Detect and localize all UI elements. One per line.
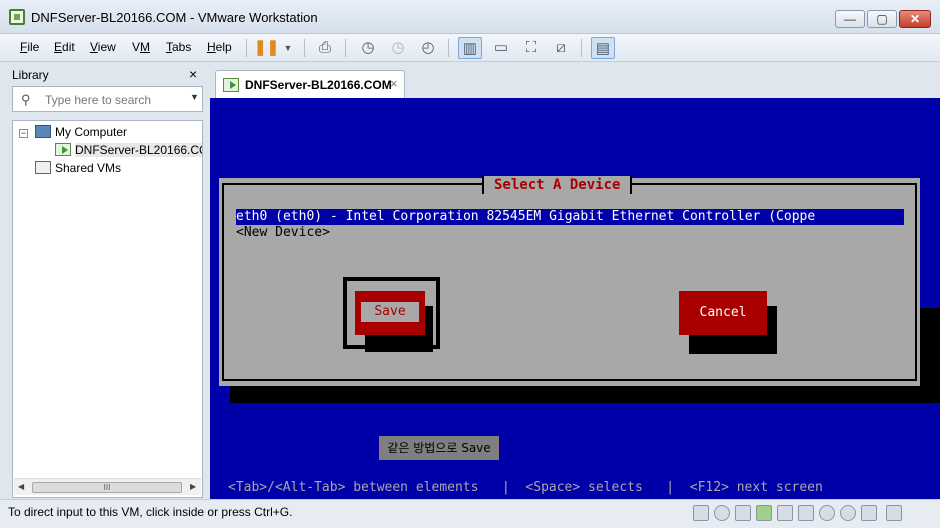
menu-toolbar: File Edit View VM Tabs Help ❚❚ ▼ ⎙ ◷ ◷ ◴… xyxy=(0,34,940,62)
bluetooth-icon[interactable] xyxy=(819,505,835,521)
device-item-new[interactable]: <New Device> xyxy=(236,225,330,241)
snapshot-icon[interactable]: ◷ xyxy=(356,37,380,59)
scroll-right-icon[interactable]: ▶ xyxy=(190,482,196,491)
menu-help[interactable]: Help xyxy=(207,40,232,54)
message-icon[interactable] xyxy=(886,505,902,521)
dialog-title: Select A Device xyxy=(482,176,633,194)
annotation-tooltip: 같은 방법으로 Save xyxy=(379,436,499,460)
tab-strip: DNFServer-BL20166.COM × xyxy=(210,62,940,98)
tree-item-my-computer[interactable]: My Computer xyxy=(35,123,127,141)
library-panel: Library × ⚲ ▼ − My Computer DNFServer-BL… xyxy=(0,62,210,499)
menu-view[interactable]: View xyxy=(90,40,116,54)
unity-icon[interactable]: ⧄ xyxy=(549,37,573,59)
select-device-dialog: Select A Device eth0 (eth0) - Intel Corp… xyxy=(219,176,920,460)
window-title: DNFServer-BL20166.COM - VMware Workstati… xyxy=(31,10,318,25)
search-icon: ⚲ xyxy=(21,92,31,107)
network-icon[interactable] xyxy=(756,505,772,521)
scrollbar-thumb[interactable]: III xyxy=(32,482,182,493)
library-tree: − My Computer DNFServer-BL20166.COM Shar… xyxy=(12,120,203,498)
collapse-icon[interactable]: − xyxy=(19,129,28,138)
send-ctrl-alt-del-icon[interactable]: ⎙ xyxy=(313,37,337,59)
tree-item-shared-vms[interactable]: Shared VMs xyxy=(35,159,121,177)
tab-vm[interactable]: DNFServer-BL20166.COM × xyxy=(215,70,405,98)
floppy-icon[interactable] xyxy=(735,505,751,521)
status-message: To direct input to this VM, click inside… xyxy=(8,505,293,519)
close-library-button[interactable]: × xyxy=(189,66,197,82)
fullscreen-icon[interactable]: ⛶ xyxy=(519,37,543,59)
hard-disk-icon[interactable] xyxy=(693,505,709,521)
tab-label: DNFServer-BL20166.COM xyxy=(245,78,392,92)
scroll-left-icon[interactable]: ◀ xyxy=(18,482,24,491)
revert-snapshot-icon[interactable]: ◷ xyxy=(386,37,410,59)
save-button[interactable]: Save xyxy=(355,291,425,335)
cancel-button[interactable]: Cancel xyxy=(679,291,767,335)
vm-running-icon xyxy=(223,78,239,92)
tree-horizontal-scrollbar[interactable]: ◀ III ▶ xyxy=(14,478,201,495)
status-bar: To direct input to this VM, click inside… xyxy=(0,499,940,528)
sound-icon[interactable] xyxy=(798,505,814,521)
save-button-label: Save xyxy=(361,302,419,322)
toolbar-separator xyxy=(581,39,582,57)
computer-icon xyxy=(35,125,51,138)
pause-icon[interactable]: ❚❚ xyxy=(254,37,279,59)
printer-icon[interactable] xyxy=(840,505,856,521)
vmware-app-icon xyxy=(9,9,25,25)
close-window-button[interactable]: ✕ xyxy=(899,10,931,28)
vm-console[interactable]: Select A Device eth0 (eth0) - Intel Corp… xyxy=(210,98,940,499)
console-view-icon[interactable]: ▭ xyxy=(489,37,513,59)
toolbar-separator xyxy=(246,39,247,57)
menu-file[interactable]: File xyxy=(20,40,39,54)
help-line: <Tab>/<Alt-Tab> between elements | <Spac… xyxy=(228,480,823,495)
menu-tabs[interactable]: Tabs xyxy=(166,40,191,54)
cd-icon[interactable] xyxy=(714,505,730,521)
dropdown-icon[interactable]: ▼ xyxy=(276,37,300,59)
chevron-down-icon[interactable]: ▼ xyxy=(190,92,199,102)
toolbar-separator xyxy=(448,39,449,57)
thumbnail-bar-icon[interactable]: ▤ xyxy=(591,37,615,59)
vm-running-icon xyxy=(55,143,71,156)
close-tab-icon[interactable]: × xyxy=(390,76,398,91)
tree-item-vm[interactable]: DNFServer-BL20166.COM xyxy=(55,141,202,159)
display-icon[interactable] xyxy=(861,505,877,521)
minimize-button[interactable]: — xyxy=(835,10,865,28)
usb-icon[interactable] xyxy=(777,505,793,521)
library-search-input[interactable] xyxy=(45,91,185,108)
library-view-icon[interactable]: ▥ xyxy=(458,37,482,59)
menu-vm[interactable]: VM xyxy=(132,40,150,54)
title-bar: DNFServer-BL20166.COM - VMware Workstati… xyxy=(0,0,940,34)
library-search[interactable]: ⚲ ▼ xyxy=(12,86,203,112)
menu-edit[interactable]: Edit xyxy=(54,40,75,54)
shared-vms-icon xyxy=(35,161,51,174)
maximize-button[interactable]: ▢ xyxy=(867,10,897,28)
device-item-eth0[interactable]: eth0 (eth0) - Intel Corporation 82545EM … xyxy=(236,209,904,225)
snapshot-manager-icon[interactable]: ◴ xyxy=(416,37,440,59)
library-title: Library xyxy=(12,68,49,82)
toolbar-separator xyxy=(345,39,346,57)
toolbar-separator xyxy=(304,39,305,57)
